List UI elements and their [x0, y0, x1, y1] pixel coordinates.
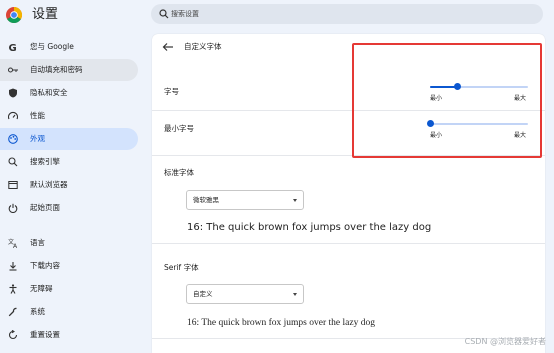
sidebar-item-label: 搜索引擎 — [30, 157, 60, 166]
sidebar-item-languages[interactable]: 文A 语言 — [0, 232, 138, 254]
page-title: 设置 — [32, 7, 59, 22]
search-icon — [8, 157, 18, 167]
sidebar-item-label: 隐私和安全 — [30, 88, 68, 97]
sidebar-item-accessibility[interactable]: 无障碍 — [0, 278, 138, 300]
sidebar-item-label: 无障碍 — [30, 284, 53, 293]
sidebar-item-on-startup[interactable]: 起始页面 — [0, 197, 138, 219]
sidebar-item-search-engine[interactable]: 搜索引擎 — [0, 151, 138, 173]
back-arrow-icon[interactable] — [162, 42, 174, 52]
chevron-down-icon — [293, 293, 297, 296]
wrench-icon — [8, 307, 17, 317]
chevron-down-icon — [293, 199, 297, 202]
sidebar-item-privacy[interactable]: 隐私和安全 — [0, 82, 138, 104]
browser-window-icon — [8, 181, 18, 189]
sidebar-item-label: 系统 — [30, 307, 45, 316]
palette-icon — [8, 134, 18, 144]
sidebar-item-label: 性能 — [30, 111, 45, 120]
annotation-highlight-box — [352, 43, 542, 158]
font-size-label: 字号 — [164, 87, 179, 96]
download-icon — [9, 262, 17, 271]
search-placeholder: 搜索设置 — [171, 10, 199, 18]
watermark: CSDN @浏览器爱好者 — [464, 337, 546, 346]
sidebar-item-label: 自动填充和密码 — [30, 65, 83, 74]
sidebar-item-system[interactable]: 系统 — [0, 301, 138, 323]
sidebar-item-default-browser[interactable]: 默认浏览器 — [0, 174, 138, 196]
google-g-icon: G — [9, 43, 17, 52]
serif-font-sample: 16: The quick brown fox jumps over the l… — [187, 318, 375, 328]
standard-font-select[interactable]: 微软雅黑 — [186, 190, 304, 210]
sidebar-item-label: 您与 Google — [30, 42, 74, 51]
sidebar-item-reset[interactable]: 重置设置 — [0, 324, 138, 346]
sidebar-item-label: 语言 — [30, 238, 45, 247]
svg-text:A: A — [13, 243, 18, 248]
key-icon — [8, 67, 18, 73]
sidebar-item-label: 重置设置 — [30, 330, 60, 339]
sidebar-item-appearance[interactable]: 外观 — [0, 128, 138, 150]
power-icon — [8, 203, 18, 213]
shield-icon — [9, 88, 17, 98]
sidebar-item-label: 起始页面 — [30, 203, 60, 212]
speedometer-icon — [8, 111, 18, 120]
serif-font-label: Serif 字体 — [164, 263, 199, 272]
accessibility-icon — [9, 284, 17, 294]
sidebar-item-label: 默认浏览器 — [30, 180, 68, 189]
sidebar-item-performance[interactable]: 性能 — [0, 105, 138, 127]
sidebar-item-downloads[interactable]: 下载内容 — [0, 255, 138, 277]
standard-font-label: 标准字体 — [164, 168, 194, 177]
select-value: 微软雅黑 — [193, 196, 219, 204]
section-title: 自定义字体 — [184, 42, 222, 51]
chrome-logo-icon — [6, 7, 22, 23]
svg-text:G: G — [9, 43, 17, 52]
sidebar-item-label: 外观 — [30, 134, 45, 143]
select-value: 自定义 — [193, 290, 213, 298]
sidebar-item-you-and-google[interactable]: G 您与 Google — [0, 36, 138, 58]
sidebar-item-label: 下载内容 — [30, 261, 60, 270]
reset-icon — [8, 330, 18, 340]
divider — [152, 243, 545, 244]
standard-font-sample: 16: The quick brown fox jumps over the l… — [187, 222, 432, 233]
search-icon — [159, 9, 169, 19]
translate-icon: 文A — [8, 238, 18, 248]
sidebar-item-autofill[interactable]: 自动填充和密码 — [0, 59, 138, 81]
serif-font-select[interactable]: 自定义 — [186, 284, 304, 304]
min-font-size-label: 最小字号 — [164, 124, 194, 133]
search-input[interactable]: 搜索设置 — [151, 4, 543, 24]
top-bar: 设置 搜索设置 — [0, 0, 554, 30]
